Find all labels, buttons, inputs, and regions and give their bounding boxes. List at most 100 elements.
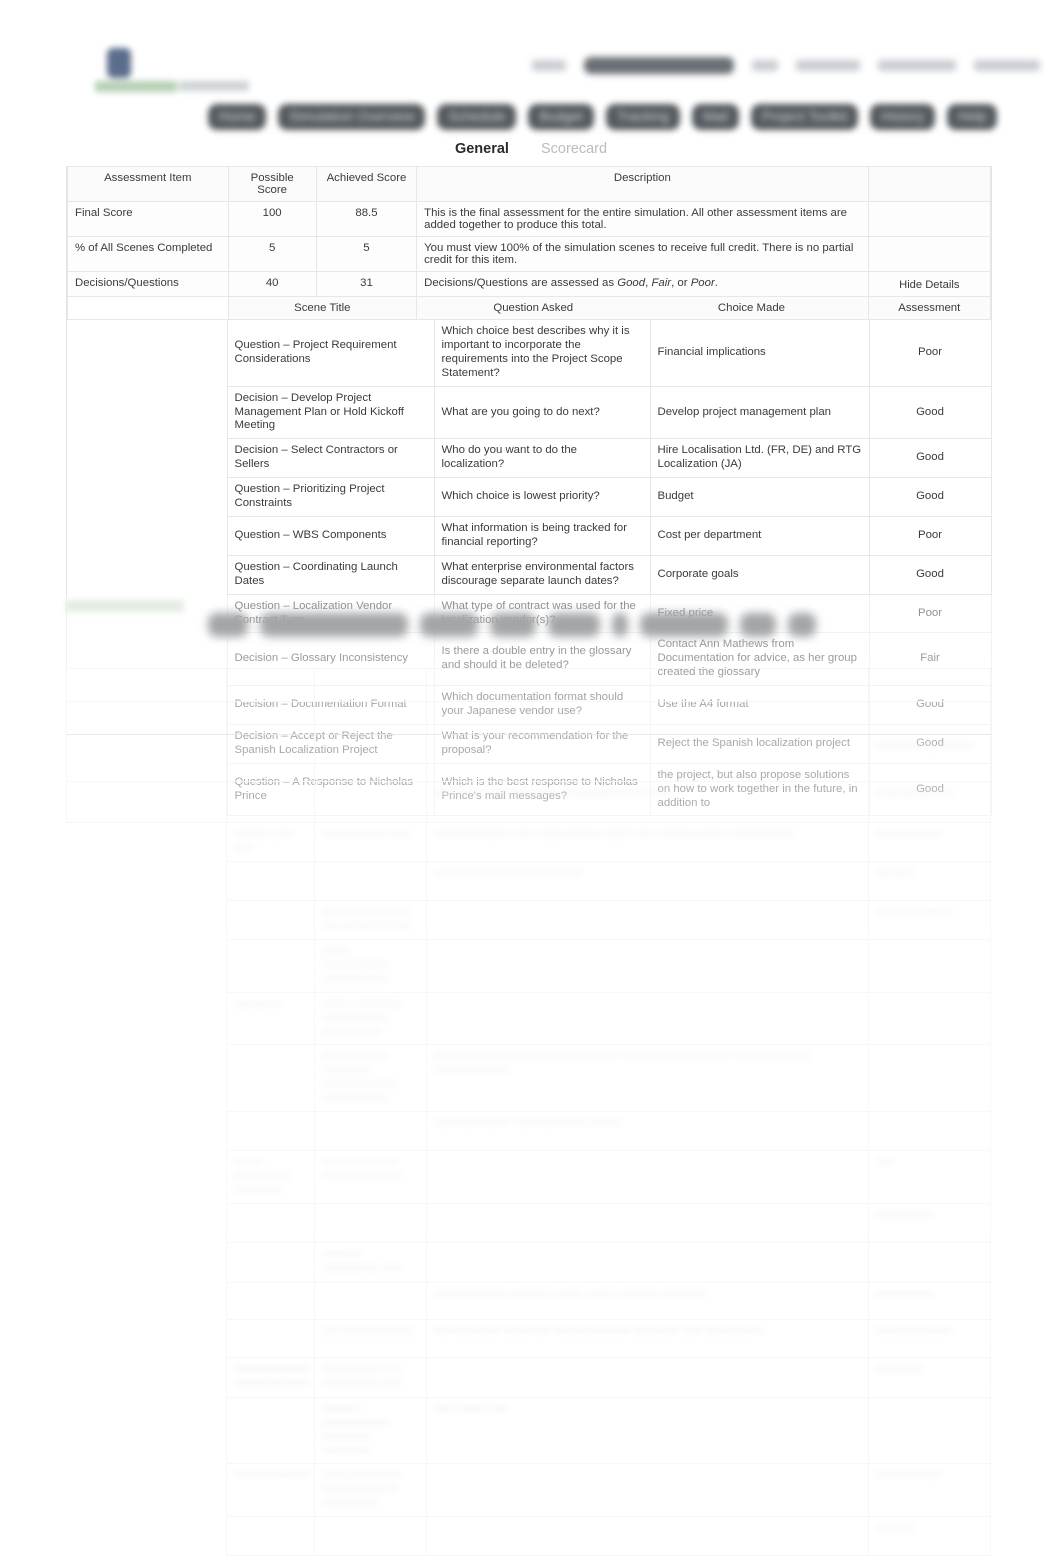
col-possible-score: Possible Score — [227, 166, 317, 202]
ghost-cell: mmmmmmmm — [868, 900, 991, 940]
ghost-row — [66, 701, 991, 735]
summary-row-scenes-completed: % of All Scenes Completed 5 5 You must v… — [67, 236, 992, 272]
ghost-row: mmmmm mmmmmmmm mmmmmm mmmmm mmmmmmmm — [66, 781, 991, 823]
utility-link-3[interactable] — [974, 60, 1040, 71]
ghost-page-continuation: mmmmmm mmmm mmmmm mmmmmmmm mmmmmm mmmmm … — [0, 596, 1062, 1556]
ghost-cell: mmmm mmmmmm mm — [314, 1241, 427, 1283]
ghost-cell — [66, 992, 227, 1045]
ghost-cell — [868, 991, 991, 1046]
ghost-cell — [314, 1516, 427, 1556]
desc-good: Good — [617, 277, 646, 289]
detail-header-spacer — [67, 296, 229, 320]
nav-help[interactable]: Help — [947, 104, 998, 130]
search-icon[interactable] — [752, 60, 778, 71]
ghost-cell — [426, 668, 869, 702]
ghost-nav-schedule[interactable] — [420, 613, 478, 637]
tab-scorecard[interactable]: Scorecard — [527, 141, 621, 157]
ghost-cell — [66, 1397, 227, 1464]
ghost-row: mmmm — [66, 1516, 991, 1556]
utility-link-1[interactable] — [796, 60, 860, 71]
ghost-cell — [226, 1202, 315, 1243]
col-question-asked: Question Asked — [493, 302, 574, 314]
main-navigation: Home Simulation Overview Schedule Budget Tra… — [0, 104, 1062, 140]
summary-item-label: Final Score — [67, 201, 229, 237]
ghost-cell — [426, 1150, 869, 1204]
ghost-cell — [226, 900, 315, 940]
detail-row-spacer — [67, 555, 228, 595]
ghost-cell — [66, 781, 227, 823]
summary-item-label: Decisions/Questions — [67, 271, 229, 297]
col-assessment-item: Assessment Item — [67, 166, 229, 202]
ghost-cell — [868, 701, 991, 735]
detail-row: Decision – Select Contractors or Sellers… — [67, 438, 992, 479]
detail-row-spacer — [67, 386, 228, 439]
search-input[interactable] — [584, 57, 734, 74]
ghost-cell — [868, 1111, 991, 1152]
utility-link-2[interactable] — [878, 60, 956, 71]
ghost-cell — [868, 668, 991, 702]
summary-achieved-score: 31 — [315, 271, 418, 297]
ghost-cell: mmmm mm mm — [226, 822, 315, 862]
detail-choice-made: Financial implications — [649, 319, 870, 387]
nav-budget[interactable]: Budget — [528, 104, 594, 130]
ghost-cell — [226, 1241, 315, 1283]
ghost-nav-help[interactable] — [788, 613, 816, 637]
ghost-cell: mmmm mmmmmmm mmmmm mmmmm — [314, 1396, 427, 1465]
nav-project-toolkit[interactable]: Project Toolkit — [751, 104, 859, 130]
ghost-cell — [66, 1282, 227, 1320]
ghost-nav-project-toolkit[interactable] — [640, 613, 728, 637]
ghost-cell — [426, 1202, 869, 1243]
col-assessment: Assessment — [867, 296, 992, 320]
desc-fair: Fair — [651, 277, 672, 289]
ghost-cell: mmmmmmmm mmmm mmm mmm mmmm mmmmm — [426, 1281, 869, 1320]
ghost-cell: mm — [868, 1150, 991, 1204]
ghost-table-panel: mmmmmm mmmm mmmmm mmmmmmmm mmmmmm mmmmm … — [66, 668, 991, 1556]
nav-schedule[interactable]: Schedule — [437, 104, 517, 130]
ghost-cell: mmmmmmmm mm mmmmmmm mmm mm mmmmmmm mmmmm… — [426, 822, 869, 862]
detail-scene-title: Question – Coordinating Launch Dates — [226, 554, 435, 595]
ghost-nav-tracking[interactable] — [548, 613, 600, 637]
detail-assessment: Good — [868, 477, 992, 517]
nav-home[interactable]: Home — [208, 104, 267, 130]
ghost-nav-budget[interactable] — [490, 613, 536, 637]
ghost-cell — [426, 991, 869, 1046]
ghost-cell — [426, 701, 869, 735]
detail-row: Decision – Develop Project Management Pl… — [67, 385, 992, 440]
ghost-cell: mmmmmm mmmm — [868, 734, 991, 782]
ghost-table: mmmmmm mmmm mmmmm mmmmmmmm mmmmmm mmmmm … — [66, 668, 991, 1556]
ghost-cell — [226, 1516, 315, 1556]
nav-simulation-overview[interactable]: Simulation Overview — [278, 104, 426, 130]
ghost-nav-home[interactable] — [208, 613, 248, 637]
ghost-nav-mail[interactable] — [612, 613, 628, 637]
ghost-nav-simulation-overview[interactable] — [260, 613, 408, 637]
ghost-cell — [66, 939, 227, 993]
hide-details-link[interactable]: Hide Details — [876, 277, 983, 291]
ghost-cell: mmmmmmm — [868, 822, 991, 862]
col-actions — [867, 166, 992, 202]
detail-question-asked: Which choice is lowest priority? — [433, 477, 651, 517]
nav-history[interactable]: History — [870, 104, 936, 130]
detail-question-asked: What enterprise environmental factors di… — [433, 554, 651, 595]
company-logo[interactable] — [95, 48, 249, 100]
ghost-cell: mmm mmmmmmm mmmmmmm — [314, 939, 427, 993]
nav-tracking[interactable]: Tracking — [605, 104, 680, 130]
ghost-row: mmmmmmmm mmmmmmmm mmm — [66, 1111, 991, 1152]
summary-possible-score: 5 — [227, 236, 317, 272]
ghost-cell: mmmmm mmmmmmmm mmmmmm mmmmm — [426, 781, 869, 823]
ghost-row: mmmmm mmmmmm mmmm mmmm — [66, 861, 991, 901]
detail-row: Question – Project Requirement Considera… — [67, 319, 992, 387]
ghost-cell — [426, 1516, 869, 1556]
col-achieved-score: Achieved Score — [315, 166, 418, 202]
detail-question-asked: Who do you want to do the localization? — [433, 438, 651, 479]
ghost-nav-history[interactable] — [740, 613, 776, 637]
ghost-cell — [868, 939, 991, 993]
ghost-cell — [226, 1111, 315, 1152]
nav-mail[interactable]: Mail — [691, 104, 740, 130]
ghost-cell — [66, 1150, 227, 1204]
summary-possible-score: 100 — [227, 201, 317, 237]
ghost-cell — [426, 900, 869, 940]
detail-header-row: Scene Title Question Asked Choice Made A… — [67, 296, 992, 320]
detail-choice-made: Develop project management plan — [649, 385, 870, 440]
logo-wordmark-secondary — [179, 81, 249, 91]
tab-general[interactable]: General — [441, 141, 523, 157]
